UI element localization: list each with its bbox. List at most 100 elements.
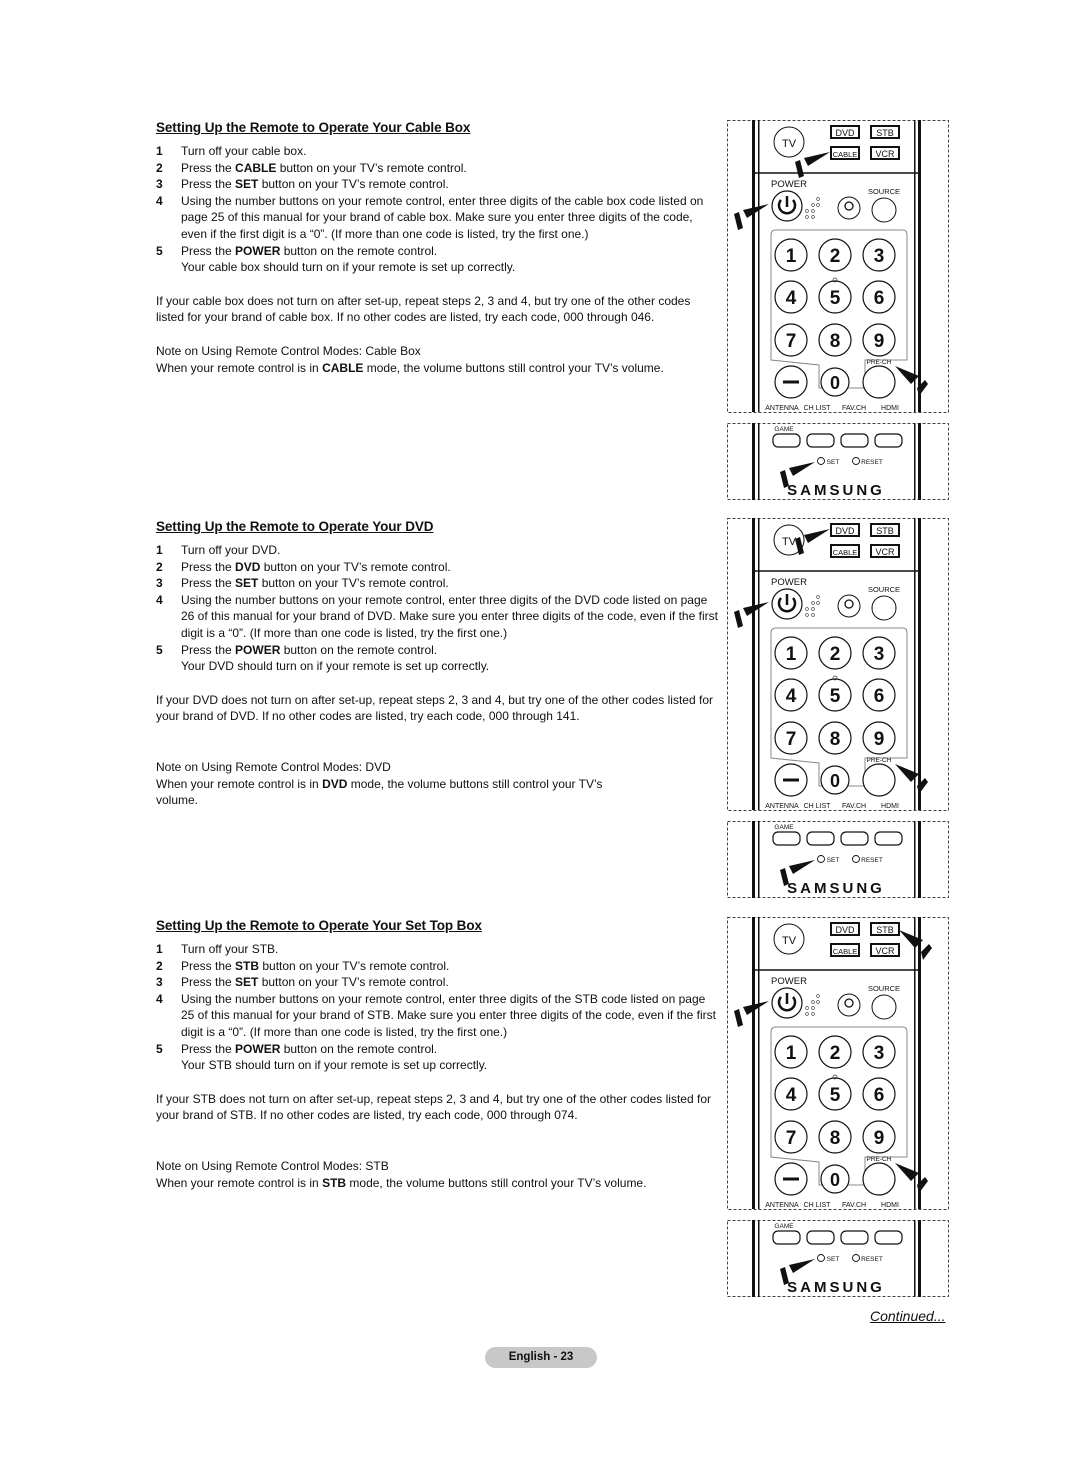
set-button <box>817 457 825 465</box>
function-label: FAV.CH <box>842 405 866 412</box>
digit-label: 3 <box>874 1043 885 1064</box>
digit-label: 7 <box>786 1128 797 1149</box>
reset-label: RESET <box>861 857 883 864</box>
power-label: POWER <box>771 577 807 588</box>
step-text: Turn off your STB. <box>181 942 279 956</box>
step-number: 3 <box>156 177 163 192</box>
light-button <box>837 594 861 618</box>
digit-label: 7 <box>786 729 797 750</box>
step-number: 5 <box>156 243 163 258</box>
digit-label: 4 <box>786 288 797 309</box>
step-item: 3 Press the SET button on your TV’s remot… <box>156 575 721 592</box>
step-text: Press the POWER button on the remote con… <box>181 642 438 657</box>
steps-list: 1 Turn off your DVD. 2 Press the DVD button… <box>156 542 721 658</box>
section-heading: Setting Up the Remote to Operate Your DV… <box>156 519 434 534</box>
step-text: Press the SET button on your TV’s remote… <box>181 177 449 192</box>
page-number-badge: English - 23 <box>485 1347 597 1368</box>
step-number: 1 <box>156 942 163 956</box>
function-label: CH LIST <box>804 803 832 810</box>
step-number: 1 <box>156 144 163 158</box>
color-button-1 <box>772 831 801 846</box>
source-label: SOURCE <box>868 187 900 196</box>
samsung-logo: SAMSUNG <box>787 1279 885 1296</box>
function-label: HDMI <box>881 1202 899 1209</box>
game-label: GAME <box>774 426 794 433</box>
reset-label: RESET <box>861 1256 883 1263</box>
set-label: SET <box>827 459 840 466</box>
reset-label: RESET <box>861 459 883 466</box>
digit-label: 5 <box>830 1085 841 1106</box>
step-number: 4 <box>156 592 163 607</box>
step-text: Press the POWER button on the remote con… <box>181 1041 438 1056</box>
step-item: 2 Press the DVD button on your TV’s remot… <box>156 559 721 576</box>
section-cable-box: Setting Up the Remote to Operate Your Ca… <box>156 120 721 376</box>
digit-label: 7 <box>786 331 797 352</box>
source-button <box>871 994 897 1020</box>
digit-label: 6 <box>874 288 885 309</box>
result-text: Your STB should turn on if your remote i… <box>181 1058 488 1073</box>
function-label: FAV.CH <box>842 803 866 810</box>
digit-label: 2 <box>830 246 841 267</box>
note-title: Note on Using Remote Control Modes: STB <box>156 1158 389 1173</box>
digit-label: 4 <box>786 686 797 707</box>
source-label: SOURCE <box>868 984 900 993</box>
digit-label: 9 <box>874 1128 885 1149</box>
step-text: Using the number buttons on your remote … <box>181 592 718 640</box>
note-text: When your remote control is in CABLE mod… <box>156 360 664 375</box>
mode-label: VCR <box>875 946 895 956</box>
function-label: CH LIST <box>804 1202 832 1209</box>
note-title: Note on Using Remote Control Modes: DVD <box>156 759 391 774</box>
game-label: GAME <box>774 824 794 831</box>
step-item: 3 Press the SET button on your TV’s remot… <box>156 974 721 991</box>
mode-label: VCR <box>875 149 895 159</box>
step-number: 3 <box>156 576 163 591</box>
step-number: 4 <box>156 991 163 1006</box>
mode-label: CABLE <box>833 548 858 557</box>
step-item: 1 Turn off your cable box. <box>156 143 721 160</box>
step-item: 4 Using the number buttons on your remote… <box>156 991 721 1041</box>
color-button-1 <box>772 433 801 448</box>
reset-button <box>852 855 860 863</box>
zero-label: 0 <box>830 373 840 393</box>
remote-drawing: TV DVD STB CABLE VCR POWER SOURCE 1 2 3 4 5 6 7 8 9 0 PRE… <box>727 917 949 1297</box>
step-item: 5 Press the POWER button on the remote co… <box>156 243 721 260</box>
step-text: Press the CABLE button on your TV’s remo… <box>181 160 467 175</box>
remote-illustration-stb: TV DVD STB CABLE VCR POWER SOURCE 1 2 3 4 5 6 7 8 9 0 PRE… <box>727 917 949 1299</box>
prech-label: PRE-CH <box>867 757 892 764</box>
section-set-top-box: Setting Up the Remote to Operate Your Se… <box>156 918 721 1191</box>
pointer-arrow-icon <box>895 1163 928 1193</box>
step-number: 2 <box>156 160 163 175</box>
digit-label: 1 <box>786 246 797 267</box>
color-button-3 <box>840 433 869 448</box>
digit-label: 9 <box>874 729 885 750</box>
section-heading: Setting Up the Remote to Operate Your Se… <box>156 918 482 933</box>
step-item: 3 Press the SET button on your TV’s remot… <box>156 176 721 193</box>
step-text: Press the SET button on your TV’s remote… <box>181 975 449 990</box>
retry-text: If your cable box does not turn on after… <box>156 293 691 325</box>
step-number: 2 <box>156 559 163 574</box>
digit-label: 8 <box>830 1128 841 1149</box>
steps-list: 1 Turn off your STB. 2 Press the STB button… <box>156 941 721 1057</box>
digit-label: 6 <box>874 1085 885 1106</box>
tv-label: TV <box>782 138 797 150</box>
mode-label: STB <box>876 526 894 536</box>
step-text: Press the STB button on your TV’s remote… <box>181 958 450 973</box>
samsung-logo: SAMSUNG <box>787 482 885 499</box>
step-number: 5 <box>156 1041 163 1056</box>
pointer-arrow-icon <box>895 764 928 794</box>
game-label: GAME <box>774 1223 794 1230</box>
zero-label: 0 <box>830 771 840 791</box>
digit-label: 3 <box>874 246 885 267</box>
mode-label: CABLE <box>833 947 858 956</box>
digit-label: 1 <box>786 1043 797 1064</box>
retry-text: If your STB does not turn on after set-u… <box>156 1091 711 1123</box>
color-button-2 <box>806 1230 835 1245</box>
light-button <box>837 993 861 1017</box>
step-item: 1 Turn off your DVD. <box>156 542 721 559</box>
result-text: Your cable box should turn on if your re… <box>181 260 516 275</box>
source-button <box>871 595 897 621</box>
digit-label: 5 <box>830 288 841 309</box>
mode-label: STB <box>876 128 894 138</box>
light-button <box>837 196 861 220</box>
digit-label: 1 <box>786 644 797 665</box>
